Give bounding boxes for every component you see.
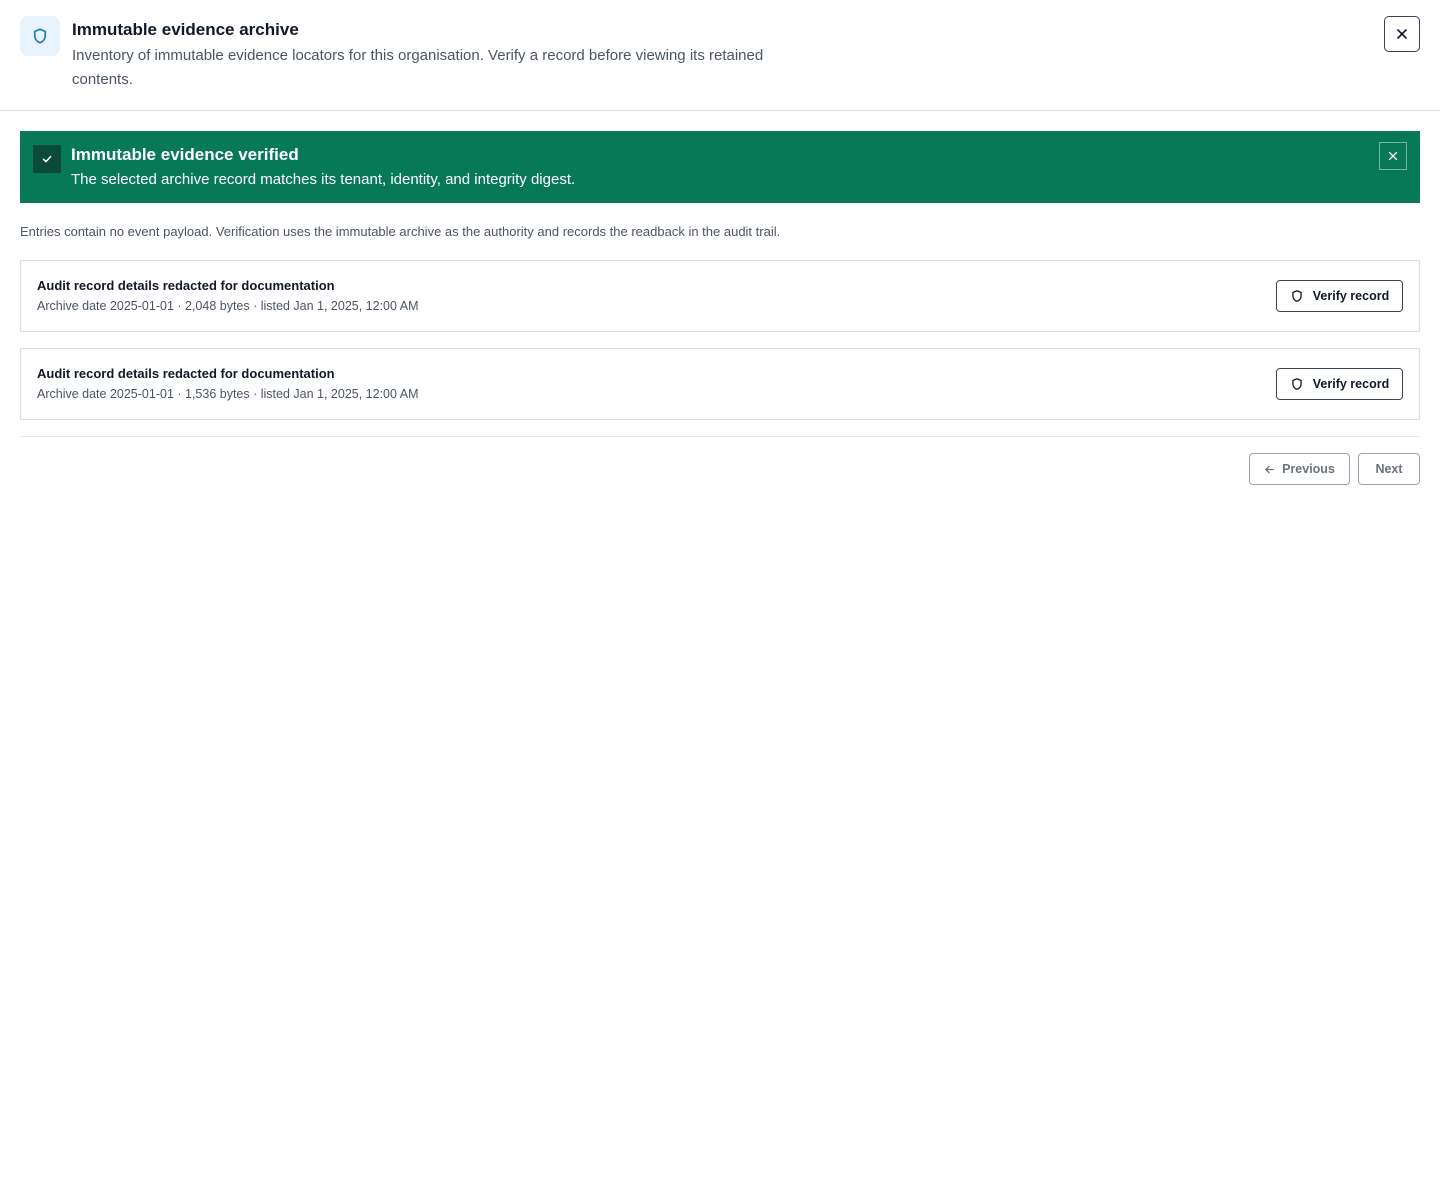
record-row: Audit record details redacted for docume… <box>20 348 1420 420</box>
page-title: Immutable evidence archive <box>72 20 299 39</box>
record-row: Audit record details redacted for docume… <box>20 260 1420 332</box>
previous-page-button[interactable]: Previous <box>1249 453 1350 485</box>
record-info: Audit record details redacted for docume… <box>37 277 419 315</box>
archive-note: Entries contain no event payload. Verifi… <box>20 224 781 239</box>
verification-banner: Immutable evidence verified The selected… <box>20 131 1420 203</box>
arrow-left-icon <box>1265 465 1274 473</box>
shield-icon <box>20 16 60 56</box>
shield-icon <box>1292 378 1302 390</box>
record-meta: Archive date 2025-01-01 · 2,048 bytes · … <box>37 299 419 313</box>
banner-description: The selected archive record matches its … <box>71 171 576 188</box>
header-text: Immutable evidence archive Inventory of … <box>72 16 812 92</box>
record-meta: Archive date 2025-01-01 · 1,536 bytes · … <box>37 387 419 401</box>
verify-record-label: Verify record <box>1312 289 1390 303</box>
verify-record-label: Verify record <box>1312 377 1390 391</box>
close-icon <box>1388 151 1398 161</box>
verify-record-button[interactable]: Verify record <box>1276 280 1403 312</box>
pagination-divider <box>20 436 1420 437</box>
verify-record-button[interactable]: Verify record <box>1276 368 1403 400</box>
close-icon <box>1397 29 1407 39</box>
banner-close-button[interactable] <box>1379 142 1407 170</box>
shield-icon <box>1292 290 1302 302</box>
record-title: Audit record details redacted for docume… <box>37 278 335 293</box>
record-info: Audit record details redacted for docume… <box>37 365 419 403</box>
next-page-label: Next <box>1375 462 1403 476</box>
banner-text: Immutable evidence verified The selected… <box>71 144 575 191</box>
previous-page-label: Previous <box>1282 462 1335 476</box>
close-button[interactable] <box>1384 16 1420 52</box>
record-title: Audit record details redacted for docume… <box>37 366 335 381</box>
archive-header: Immutable evidence archive Inventory of … <box>0 0 1440 111</box>
next-page-button[interactable]: Next <box>1358 453 1420 485</box>
banner-title: Immutable evidence verified <box>71 145 299 164</box>
check-icon <box>33 145 61 173</box>
page-description: Inventory of immutable evidence locators… <box>72 47 764 88</box>
main-content: Immutable evidence verified The selected… <box>0 111 1440 485</box>
pagination: Previous Next <box>20 453 1420 485</box>
